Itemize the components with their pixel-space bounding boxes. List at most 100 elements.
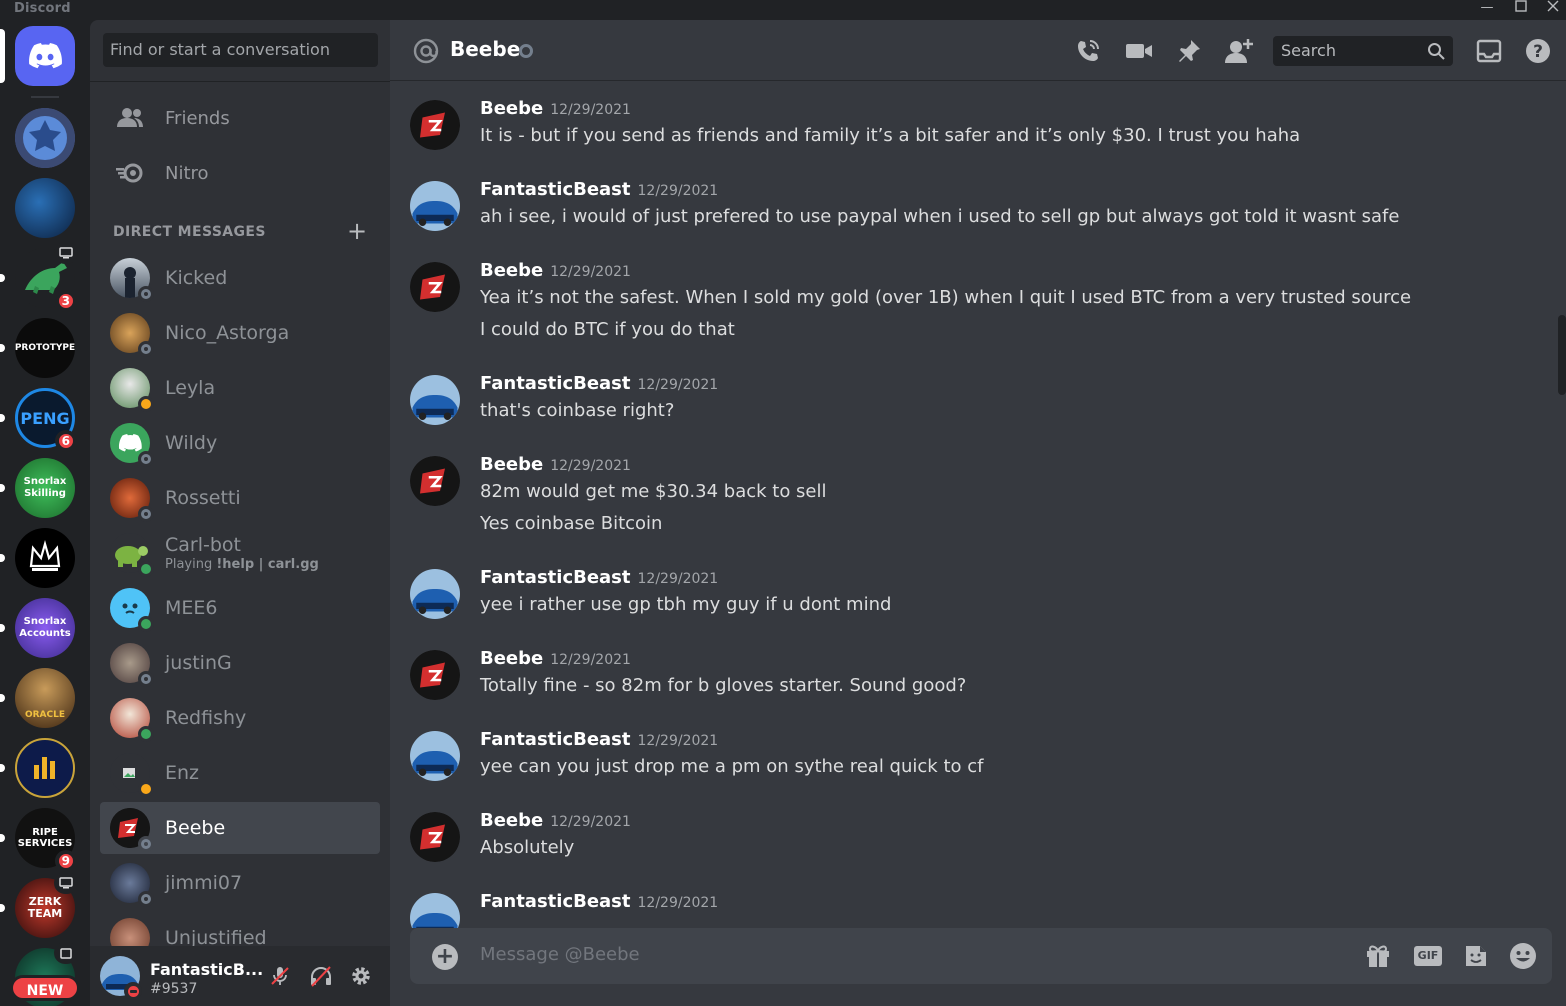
- status-offline-icon: [138, 891, 154, 907]
- inbox-button[interactable]: [1474, 36, 1504, 66]
- pin-icon: [1179, 40, 1200, 62]
- upload-button[interactable]: +: [432, 944, 458, 970]
- broken-image-icon: [123, 768, 135, 778]
- unread-pip: [0, 694, 5, 702]
- author-avatar[interactable]: [410, 812, 460, 862]
- dm-name: Nico_Astorga: [165, 322, 290, 344]
- gift-button[interactable]: [1362, 941, 1394, 971]
- guild-crown[interactable]: [0, 528, 75, 588]
- guild-snorlax-skilling[interactable]: Snorlax Skilling: [0, 458, 75, 518]
- status-offline-icon: [138, 341, 154, 357]
- dm-item-beebe[interactable]: Beebe: [100, 802, 380, 854]
- deafen-button[interactable]: [308, 963, 334, 989]
- guild-dino[interactable]: 3: [0, 242, 78, 312]
- message-author[interactable]: Beebe 12/29/2021: [480, 98, 631, 119]
- author-avatar[interactable]: [410, 731, 460, 781]
- dm-search-input[interactable]: Find or start a conversation: [103, 33, 378, 67]
- dm-name: Kicked: [165, 267, 228, 289]
- unread-pip: [0, 624, 5, 632]
- dm-item-carl-bot[interactable]: Carl-bot Playing !help | carl.gg: [100, 527, 380, 579]
- emoji-button[interactable]: [1507, 941, 1539, 971]
- screen-share-icon: [54, 242, 78, 264]
- message-author[interactable]: Beebe 12/29/2021: [480, 454, 631, 475]
- avatar: [110, 533, 154, 577]
- guild-dark-blue[interactable]: [15, 178, 75, 238]
- dm-item-jimmi07[interactable]: jimmi07: [100, 857, 380, 909]
- user-settings-button[interactable]: [348, 963, 374, 989]
- author-avatar[interactable]: [410, 569, 460, 619]
- author-avatar[interactable]: [410, 456, 460, 506]
- dm-item-kicked[interactable]: Kicked: [100, 252, 380, 304]
- message-author[interactable]: FantasticBeast 12/29/2021: [480, 729, 718, 750]
- guild-blue-bars[interactable]: [0, 738, 75, 798]
- avatar: [110, 258, 154, 302]
- sticker-button[interactable]: [1460, 941, 1492, 971]
- dm-name: Wildy: [165, 432, 218, 454]
- close-button[interactable]: [1538, 0, 1566, 18]
- dm-activity: Playing !help | carl.gg: [165, 557, 319, 572]
- video-call-button[interactable]: [1124, 36, 1154, 66]
- dm-item-leyla[interactable]: Leyla: [100, 362, 380, 414]
- avatar: [110, 478, 154, 522]
- crown-icon: [29, 540, 61, 571]
- message-author[interactable]: FantasticBeast 12/29/2021: [480, 891, 718, 912]
- guild-ripe-services[interactable]: RIPE SERVICES 9: [0, 808, 77, 872]
- guild-prototype[interactable]: PROTOTYPE: [0, 318, 75, 378]
- dm-item-mee6[interactable]: MEE6: [100, 582, 380, 634]
- avatar: [110, 698, 154, 742]
- guild-zerk-team[interactable]: ZERK TEAM: [0, 872, 78, 938]
- user-name: FantasticB...: [150, 960, 264, 979]
- dm-name: Rossetti: [165, 487, 241, 509]
- svg-text:?: ?: [1533, 42, 1543, 62]
- message-author[interactable]: FantasticBeast 12/29/2021: [480, 373, 718, 394]
- nav-nitro[interactable]: Nitro: [100, 150, 380, 196]
- avatar: [110, 588, 154, 632]
- home-button[interactable]: [15, 26, 75, 86]
- author-avatar[interactable]: [410, 893, 460, 928]
- gif-button[interactable]: GIF: [1412, 941, 1444, 971]
- guild-peng[interactable]: PENG 6: [0, 388, 77, 452]
- guild-oracle[interactable]: ORACLE: [0, 668, 75, 728]
- new-unreads-pill[interactable]: NEW: [10, 975, 80, 1001]
- dm-item-wildy[interactable]: Wildy: [100, 417, 380, 469]
- avatar: [110, 808, 154, 852]
- author-avatar[interactable]: [410, 100, 460, 150]
- create-dm-button[interactable]: +: [347, 219, 367, 243]
- phone-call-icon: [1078, 40, 1099, 61]
- dm-item-nico-astorga[interactable]: Nico_Astorga: [100, 307, 380, 359]
- scrollbar-thumb[interactable]: [1558, 315, 1566, 395]
- message-text: Yes coinbase Bitcoin: [480, 513, 663, 534]
- help-button[interactable]: ?: [1523, 36, 1553, 66]
- dm-name: Redfishy: [165, 707, 247, 729]
- pinned-messages-button[interactable]: [1174, 36, 1204, 66]
- message-author[interactable]: Beebe 12/29/2021: [480, 648, 631, 669]
- add-friends-to-dm-button[interactable]: [1224, 36, 1254, 66]
- dm-item-rossetti[interactable]: Rossetti: [100, 472, 380, 524]
- author-avatar[interactable]: [410, 262, 460, 312]
- minimize-button[interactable]: —: [1472, 0, 1502, 18]
- status-offline-icon: [138, 451, 154, 467]
- author-avatar[interactable]: [410, 181, 460, 231]
- dm-item-enz[interactable]: Enz: [100, 747, 380, 799]
- message-author[interactable]: FantasticBeast 12/29/2021: [480, 179, 718, 200]
- message-author[interactable]: Beebe 12/29/2021: [480, 810, 631, 831]
- author-avatar[interactable]: [410, 650, 460, 700]
- guild-blue-gear[interactable]: [15, 108, 75, 168]
- dm-item-justing[interactable]: justinG: [100, 637, 380, 689]
- nav-friends[interactable]: Friends: [100, 95, 380, 141]
- author-avatar[interactable]: [410, 375, 460, 425]
- maximize-button[interactable]: [1506, 0, 1536, 18]
- message-input[interactable]: Message @Beebe: [480, 944, 640, 965]
- guild-snorlax-accounts[interactable]: Snorlax Accounts: [0, 598, 75, 658]
- dm-item-redfishy[interactable]: Redfishy: [100, 692, 380, 744]
- emoji-icon: [1510, 943, 1536, 969]
- message-text: It is - but if you send as friends and f…: [480, 125, 1301, 146]
- friends-icon: [105, 95, 155, 141]
- voice-call-button[interactable]: [1073, 36, 1103, 66]
- message-timestamp: 12/29/2021: [550, 814, 631, 830]
- mute-button[interactable]: [267, 963, 293, 989]
- message-author[interactable]: Beebe 12/29/2021: [480, 260, 631, 281]
- search-icon: [1428, 43, 1445, 60]
- chat-search-input[interactable]: Search: [1273, 36, 1453, 66]
- message-author[interactable]: FantasticBeast 12/29/2021: [480, 567, 718, 588]
